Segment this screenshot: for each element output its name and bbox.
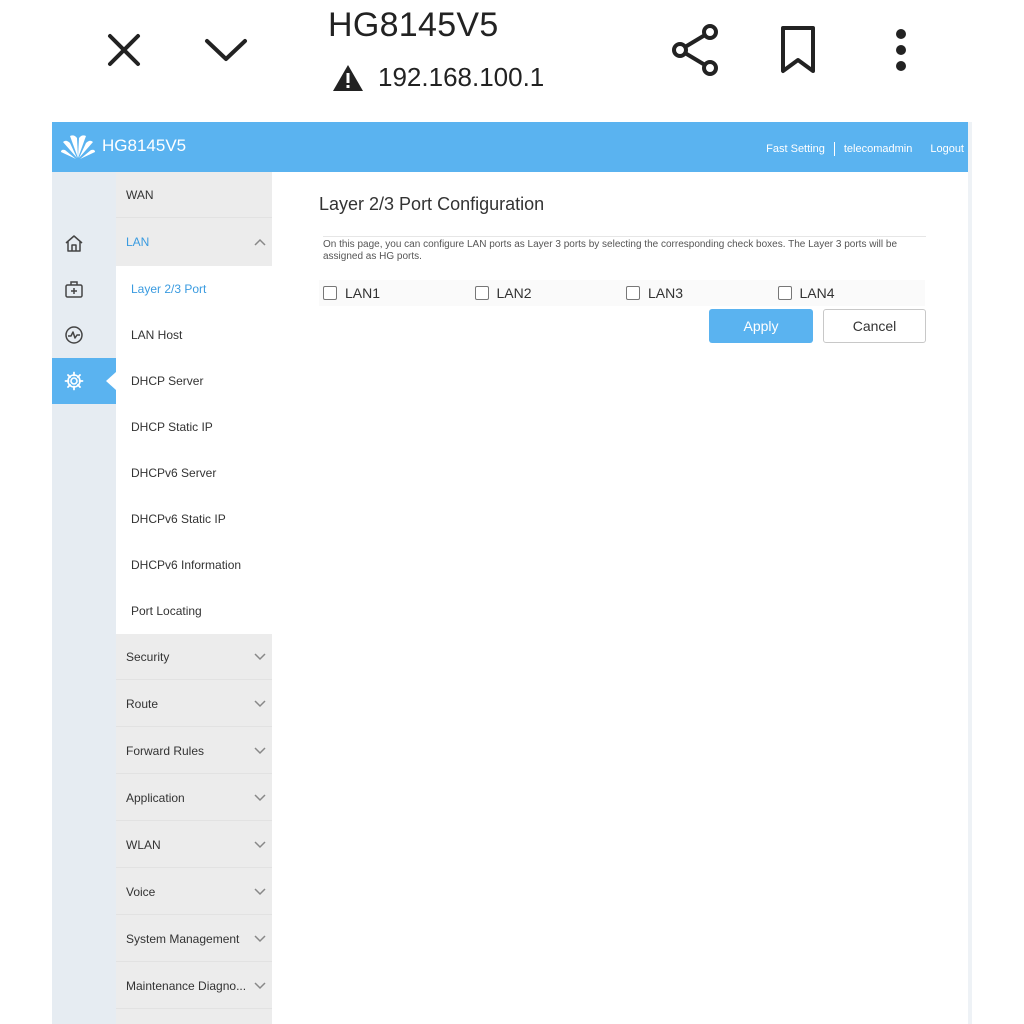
brand-name: HG8145V5 — [102, 136, 187, 155]
diagnosis-icon — [65, 326, 83, 344]
menu-wlan[interactable]: WLAN — [116, 822, 272, 868]
browser-toolbar: HG8145V5 192.168.100.1 — [0, 0, 1024, 120]
url-text: 192.168.100.1 — [378, 62, 545, 92]
fast-setting-link[interactable]: Fast Setting — [766, 143, 825, 155]
chevron-up-icon — [254, 238, 266, 246]
menu-item-dhcpv6-static-ip[interactable]: DHCPv6 Static IP — [116, 496, 272, 542]
menu-wan[interactable]: WAN — [116, 172, 272, 218]
chevron-down-icon — [254, 746, 266, 754]
rail-toolbox[interactable] — [52, 266, 116, 312]
checkbox[interactable] — [777, 286, 792, 300]
icon-rail — [52, 172, 116, 1024]
user-link[interactable]: telecomadmin — [844, 143, 912, 155]
menu-application[interactable]: Application — [116, 775, 272, 821]
checkbox[interactable] — [323, 286, 337, 300]
menu-maintenance-diagnosis[interactable]: Maintenance Diagno... — [116, 963, 272, 1009]
apply-button[interactable]: Apply — [709, 309, 813, 343]
warning-icon — [333, 64, 363, 91]
description-text: On this page, you can configure LAN port… — [323, 236, 926, 263]
more-vert-icon[interactable] — [884, 20, 918, 80]
checkbox[interactable] — [474, 286, 489, 300]
rail-diagnosis[interactable] — [52, 312, 116, 358]
divider — [833, 142, 835, 156]
toolbox-icon — [65, 281, 83, 298]
menu-route[interactable]: Route — [116, 681, 272, 727]
port-checkbox-row: LAN1 LAN2 LAN3 LAN4 — [319, 280, 925, 306]
port-lan2[interactable]: LAN2 — [471, 285, 623, 301]
side-menu: WAN LAN Layer 2/3 Port LAN Host DHCP Ser… — [116, 172, 272, 1024]
chevron-down-icon — [254, 934, 266, 942]
rail-settings[interactable] — [52, 358, 116, 404]
port-lan1[interactable]: LAN1 — [319, 285, 471, 301]
page-title: HG8145V5 — [328, 6, 499, 44]
menu-system-management[interactable]: System Management — [116, 916, 272, 962]
menu-forward-rules[interactable]: Forward Rules — [116, 728, 272, 774]
brand: HG8145V5 — [60, 132, 186, 160]
menu-item-dhcpv6-information[interactable]: DHCPv6 Information — [116, 542, 272, 588]
menu-item-lan-host[interactable]: LAN Host — [116, 312, 272, 358]
gear-icon — [64, 371, 84, 391]
chevron-down-icon — [254, 840, 266, 848]
port-lan4[interactable]: LAN4 — [774, 285, 926, 301]
content-panel: Layer 2/3 Port Configuration On this pag… — [272, 172, 968, 1024]
rail-home[interactable] — [52, 220, 116, 266]
menu-item-port-locating[interactable]: Port Locating — [116, 588, 272, 634]
bookmark-icon[interactable] — [772, 20, 824, 80]
chevron-down-icon — [254, 981, 266, 989]
chevron-down-icon — [254, 793, 266, 801]
top-bar: HG8145V5 Fast Setting telecomadmin Logou… — [52, 122, 968, 172]
router-page: HG8145V5 Fast Setting telecomadmin Logou… — [52, 122, 972, 1024]
menu-security[interactable]: Security — [116, 634, 272, 680]
checkbox[interactable] — [626, 286, 640, 300]
url-bar[interactable]: 192.168.100.1 — [332, 62, 544, 93]
chevron-down-icon — [254, 652, 266, 660]
chevron-down-icon — [254, 699, 266, 707]
logout-link[interactable]: Logout — [930, 143, 964, 155]
share-icon[interactable] — [668, 20, 724, 80]
huawei-logo-icon — [61, 135, 95, 159]
menu-item-dhcp-static-ip[interactable]: DHCP Static IP — [116, 404, 272, 450]
close-icon[interactable] — [100, 26, 148, 74]
port-lan3[interactable]: LAN3 — [622, 285, 774, 301]
chevron-down-icon[interactable] — [200, 26, 252, 74]
menu-item-dhcpv6-server[interactable]: DHCPv6 Server — [116, 450, 272, 496]
section-title: Layer 2/3 Port Configuration — [319, 194, 545, 214]
top-nav: Fast Setting telecomadmin Logout — [766, 142, 964, 156]
chevron-down-icon — [254, 887, 266, 895]
home-icon — [65, 235, 83, 252]
menu-item-layer-port[interactable]: Layer 2/3 Port — [116, 266, 272, 312]
menu-voice[interactable]: Voice — [116, 869, 272, 915]
cancel-button[interactable]: Cancel — [823, 309, 926, 343]
menu-lan[interactable]: LAN — [116, 218, 272, 266]
menu-item-dhcp-server[interactable]: DHCP Server — [116, 358, 272, 404]
